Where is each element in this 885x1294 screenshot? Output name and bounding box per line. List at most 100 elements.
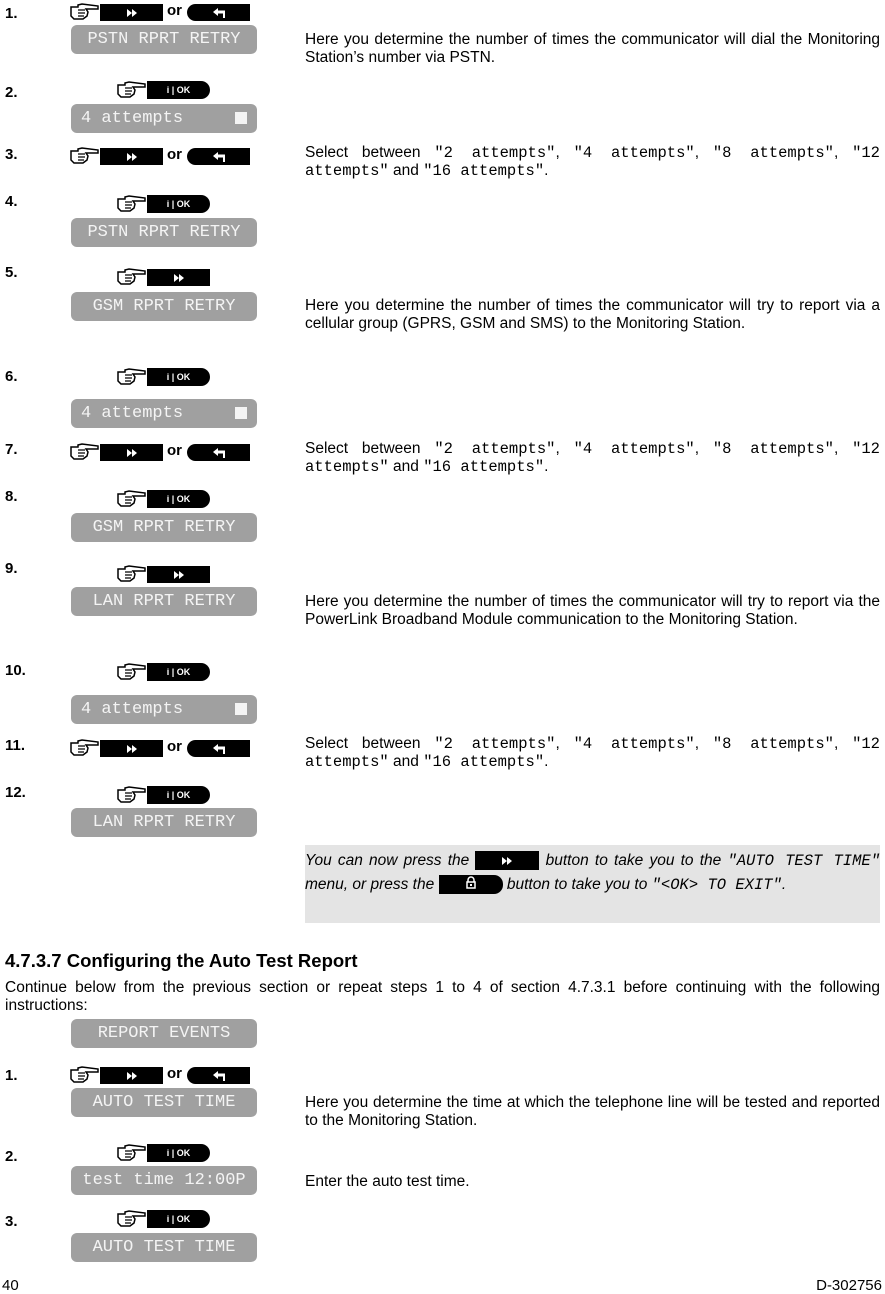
- fast-forward-icon: [173, 273, 184, 282]
- pointing-hand-icon: [117, 663, 146, 680]
- next-button[interactable]: [100, 740, 163, 757]
- key-row: i | OK: [117, 784, 210, 804]
- away-button[interactable]: [438, 875, 503, 895]
- option: attempts": [305, 458, 389, 476]
- text: Select between: [305, 144, 435, 161]
- next-button[interactable]: [475, 851, 540, 871]
- pointing-hand-icon: [70, 3, 99, 20]
- lcd-display: 4 attempts: [71, 104, 257, 133]
- key-row: or: [70, 737, 250, 757]
- lcd-text: 4 attempts: [81, 700, 184, 719]
- section-heading: 4.7.3.7 Configuring the Auto Test Report: [5, 950, 358, 971]
- back-arrow-icon: [212, 1070, 225, 1081]
- text: .: [544, 753, 549, 770]
- ok-button[interactable]: i | OK: [147, 786, 210, 804]
- option: "2 attempts": [434, 440, 556, 458]
- next-button[interactable]: [147, 269, 210, 286]
- next-button[interactable]: [100, 148, 163, 165]
- key-row: i | OK: [117, 488, 210, 508]
- ok-button[interactable]: i | OK: [147, 1144, 210, 1162]
- select-options-text: Select between "2 attempts", "4 attempts…: [305, 144, 880, 180]
- option: "8 attempts": [712, 440, 834, 458]
- step-number: 12.: [5, 784, 26, 801]
- lcd-display: GSM RPRT RETRY: [71, 513, 257, 542]
- select-options-text: Select between "2 attempts", "4 attempts…: [305, 735, 880, 771]
- option: attempts": [305, 162, 389, 180]
- step-number: 5.: [5, 264, 18, 281]
- key-row: i | OK: [117, 661, 210, 681]
- step-number: 1.: [5, 1067, 18, 1084]
- next-button[interactable]: [100, 1067, 163, 1084]
- back-button[interactable]: [187, 444, 250, 461]
- option: "16 attempts": [423, 162, 545, 180]
- option: "4 attempts": [573, 440, 695, 458]
- step-number: 6.: [5, 368, 18, 385]
- text: .: [544, 458, 549, 475]
- or-label: or: [167, 738, 182, 755]
- lcd-text: 4 attempts: [81, 109, 184, 128]
- pointing-hand-icon: [117, 490, 146, 507]
- cursor-block-icon: [235, 407, 247, 419]
- back-arrow-icon: [212, 7, 225, 18]
- pointing-hand-icon: [117, 81, 146, 98]
- key-row: i | OK: [117, 193, 210, 213]
- back-arrow-icon: [212, 447, 225, 458]
- ok-button[interactable]: i | OK: [147, 663, 210, 681]
- step-number: 2.: [5, 84, 18, 101]
- key-row: i | OK: [117, 1208, 210, 1228]
- option: "2 attempts": [434, 144, 556, 162]
- key-row: or: [70, 1064, 250, 1084]
- step-number: 8.: [5, 488, 18, 505]
- back-button[interactable]: [187, 4, 250, 21]
- pointing-hand-icon: [117, 1210, 146, 1227]
- pointing-hand-icon: [70, 1066, 99, 1083]
- step-number: 3.: [5, 146, 18, 163]
- or-label: or: [167, 442, 182, 459]
- next-button[interactable]: [147, 566, 210, 583]
- ok-button[interactable]: i | OK: [147, 1210, 210, 1228]
- lcd-text: 4 attempts: [81, 404, 184, 423]
- document-id: D-302756: [816, 1277, 882, 1294]
- exit-text: "<OK> TO EXIT": [651, 876, 782, 894]
- pstn-description: Here you determine the number of times t…: [305, 31, 880, 66]
- page-number: 40: [2, 1277, 19, 1294]
- option: "2 attempts": [434, 735, 556, 753]
- back-button[interactable]: [187, 1067, 250, 1084]
- key-row: [117, 563, 210, 583]
- note-text: menu, or press the: [305, 876, 435, 893]
- note-text: .: [781, 876, 787, 893]
- back-arrow-icon: [212, 743, 225, 754]
- text: .: [544, 162, 549, 179]
- option: attempts": [305, 753, 389, 771]
- key-row: i | OK: [117, 79, 210, 99]
- ok-button[interactable]: i | OK: [147, 490, 210, 508]
- option: "4 attempts": [573, 735, 695, 753]
- back-button[interactable]: [187, 148, 250, 165]
- next-button[interactable]: [100, 444, 163, 461]
- lcd-display: GSM RPRT RETRY: [71, 292, 257, 321]
- back-button[interactable]: [187, 740, 250, 757]
- fast-forward-icon: [173, 570, 184, 579]
- option: "8 attempts": [712, 735, 834, 753]
- fast-forward-icon: [126, 8, 137, 17]
- fast-forward-icon: [126, 152, 137, 161]
- step-number: 3.: [5, 1213, 18, 1230]
- key-row: i | OK: [117, 366, 210, 386]
- text: and: [388, 753, 424, 770]
- ok-button[interactable]: i | OK: [147, 368, 210, 386]
- option: "12: [852, 735, 880, 753]
- section-intro: Continue below from the previous section…: [5, 979, 880, 1014]
- step-number: 2.: [5, 1148, 18, 1165]
- fast-forward-icon: [502, 857, 513, 866]
- ok-button[interactable]: i | OK: [147, 195, 210, 213]
- lcd-display: AUTO TEST TIME: [71, 1233, 257, 1262]
- note-box: You can now press the button to take you…: [305, 845, 880, 923]
- next-button[interactable]: [100, 4, 163, 21]
- note-text: button to take you to: [506, 876, 652, 893]
- ok-button[interactable]: i | OK: [147, 81, 210, 99]
- note-text: You can now press the: [305, 852, 470, 869]
- key-row: or: [70, 145, 250, 165]
- key-row: or: [70, 1, 250, 21]
- text: Select between: [305, 440, 435, 457]
- fast-forward-icon: [126, 1071, 137, 1080]
